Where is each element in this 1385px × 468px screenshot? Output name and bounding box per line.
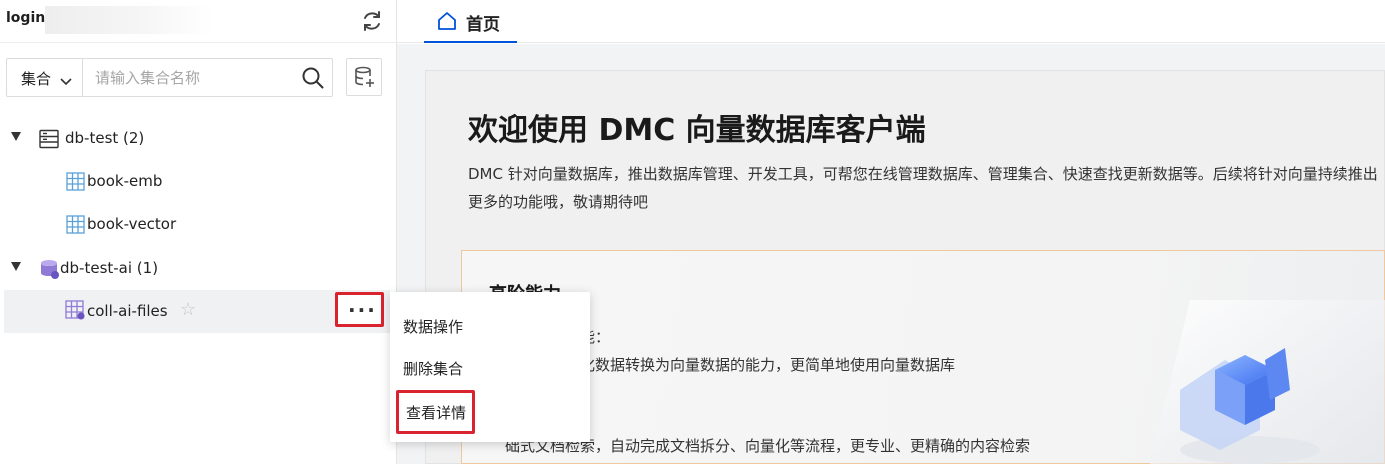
tree-item-label: db-test-ai (1) (60, 259, 159, 277)
login-redacted (45, 6, 213, 34)
tab-home[interactable]: 首页 (424, 0, 517, 43)
caret-down-icon[interactable] (11, 132, 21, 141)
feature-text: 化数据转换为向量数据的能力，更简单地使用向量数据库 (580, 356, 956, 374)
add-collection-button[interactable] (346, 58, 382, 96)
tree-item-book-emb[interactable]: book-emb (0, 162, 396, 202)
search-input[interactable] (95, 67, 290, 89)
tree-item-db-test[interactable]: db-test (2) (0, 119, 396, 159)
type-select[interactable]: 集合 (7, 59, 83, 96)
login-bar: login (0, 0, 397, 43)
sidebar: login 集合 请输入集合名称 db-test (2) book-emb bo… (0, 0, 397, 464)
page-title: 欢迎使用 DMC 向量数据库客户端 (468, 113, 926, 148)
database-icon (39, 129, 59, 153)
login-label: login (6, 10, 46, 26)
menu-item-view-details[interactable]: 查看详情 (396, 390, 476, 434)
tab-label: 首页 (466, 15, 500, 35)
table-icon (66, 215, 85, 238)
ai-collection-icon (65, 300, 86, 325)
more-actions-button[interactable]: ··· (335, 292, 384, 327)
tree-item-label: db-test (2) (65, 129, 145, 147)
home-icon (438, 12, 456, 30)
refresh-icon[interactable] (360, 9, 384, 33)
tree-item-book-vector[interactable]: book-vector (0, 205, 396, 245)
tree-item-label: book-vector (87, 215, 177, 233)
context-menu: 数据操作 删除集合 查看详情 (390, 292, 590, 442)
search-icon[interactable] (301, 66, 325, 94)
tree-item-label: coll-ai-files (87, 302, 168, 320)
menu-item-data-ops[interactable]: 数据操作 (403, 316, 463, 337)
caret-down-icon[interactable] (11, 262, 21, 271)
ai-database-icon (39, 258, 61, 284)
tab-bar: 首页 (397, 0, 1385, 43)
menu-item-delete-collection[interactable]: 删除集合 (403, 358, 463, 379)
database-add-icon (355, 66, 374, 87)
more-icon: ··· (348, 298, 377, 322)
tree-item-coll-ai-files[interactable]: coll-ai-files ☆ (4, 290, 390, 333)
page-description: DMC 针对向量数据库，推出数据库管理、开发工具，可帮您在线管理数据库、管理集合… (468, 165, 1378, 211)
type-select-label: 集合 (21, 70, 52, 88)
table-icon (66, 172, 85, 195)
vector-cube-illustration (1150, 300, 1385, 464)
star-icon[interactable]: ☆ (180, 299, 196, 320)
tree-item-db-test-ai[interactable]: db-test-ai (1) (0, 249, 396, 289)
collection-search: 集合 (6, 58, 333, 97)
chevron-down-icon (60, 72, 72, 91)
tree-item-label: book-emb (87, 172, 163, 190)
